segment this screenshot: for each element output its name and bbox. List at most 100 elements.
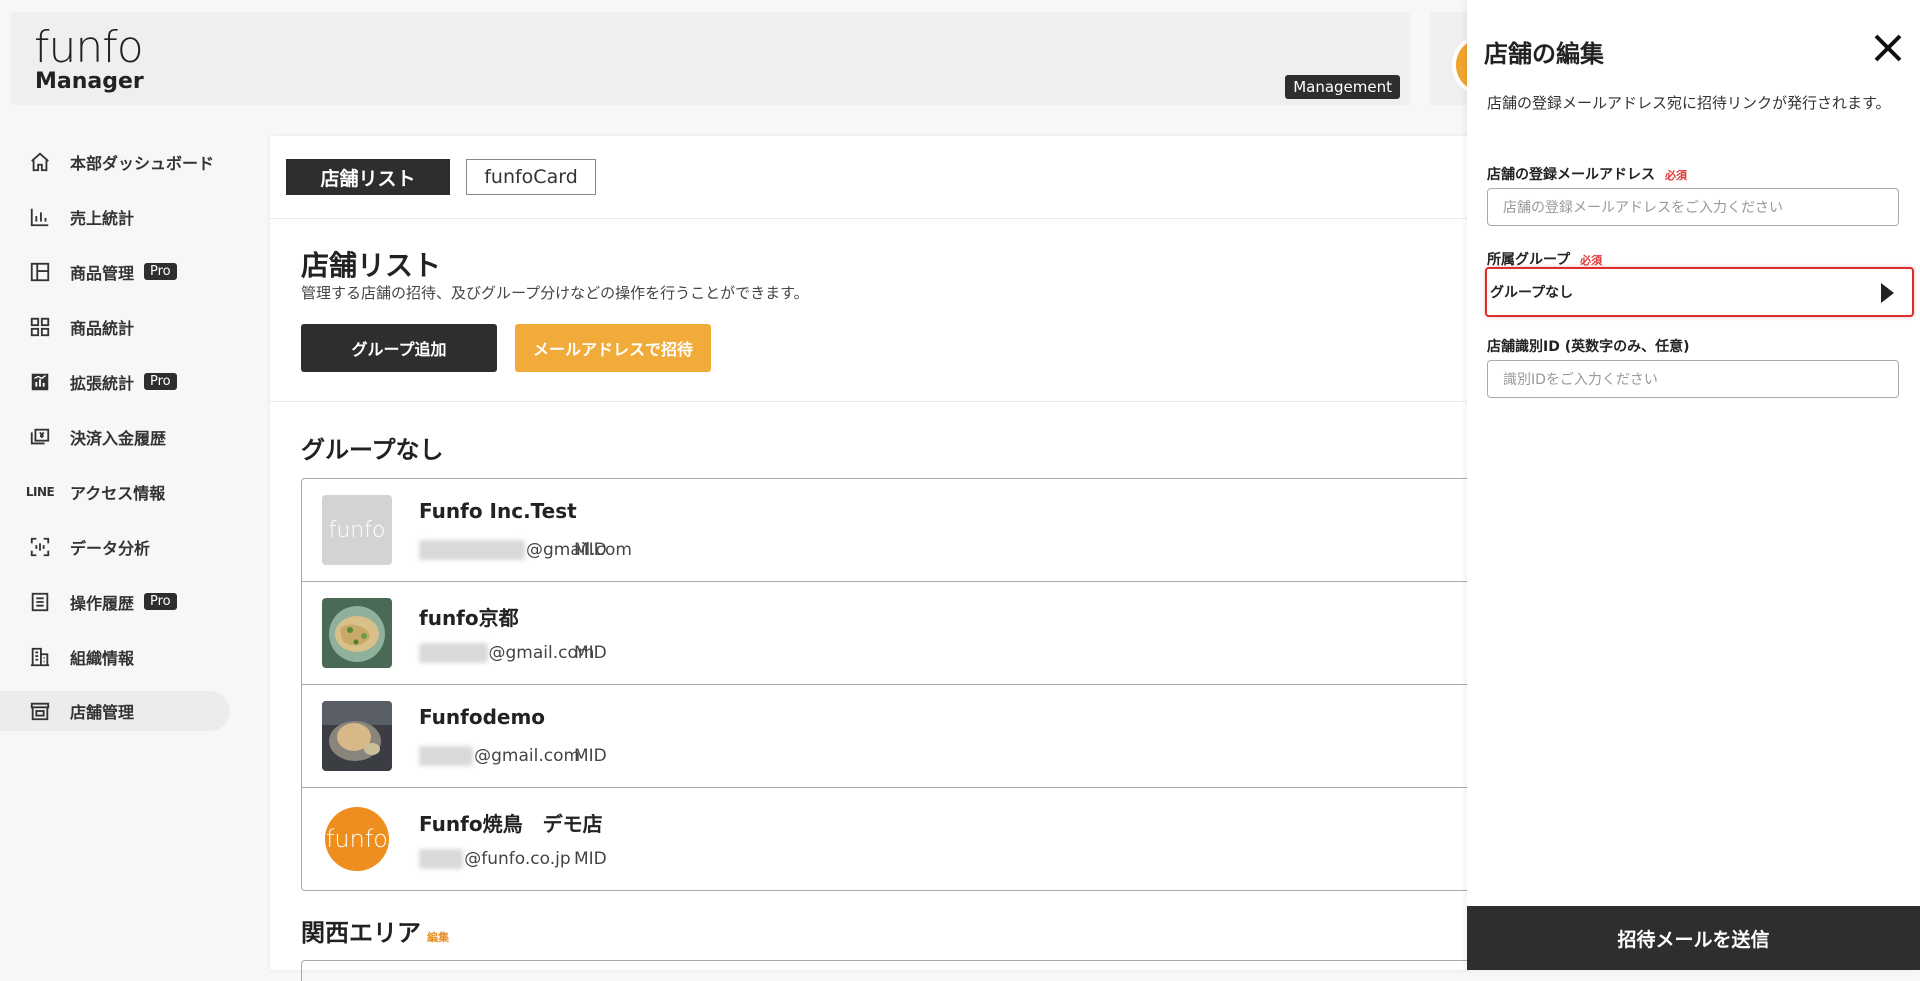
divider	[270, 401, 1470, 402]
store-list: funfo Funfo Inc.Test gamerclubjp @gmail.c…	[301, 478, 1502, 891]
sidebar-item-label: 売上統計	[70, 208, 135, 228]
store-list	[301, 960, 1502, 981]
store-thumbnail	[322, 598, 392, 668]
pro-badge: Pro	[144, 373, 177, 390]
layout-icon	[28, 260, 52, 284]
store-name: Funfodemo	[419, 705, 546, 729]
group-title: 関西エリア 編集	[301, 913, 449, 948]
page-title: 店舗リスト	[301, 249, 442, 282]
sidebar-item-label: 店舗管理	[70, 703, 135, 722]
blurred-email-user: asaki	[419, 849, 464, 869]
email-placeholder: 店舗の登録メールアドレスをご入力ください	[1503, 200, 1783, 216]
blurred-email-user: leruno	[419, 746, 474, 766]
sidebar-item-label: 拡張統計	[70, 373, 135, 393]
email-field-label: 店舗の登録メールアドレス 必須	[1487, 164, 1687, 184]
sidebar-item-label: 操作履歴	[70, 593, 135, 613]
store-row[interactable]: funfo Funfo Inc.Test gamerclubjp@gmail.c…	[302, 479, 1502, 582]
tab-funfocard[interactable]: funfoCard	[466, 159, 596, 195]
store-email: asaki@funfo.co.jp	[419, 849, 571, 869]
drawer-title: 店舗の編集	[1484, 40, 1604, 68]
store-mid: MID	[574, 849, 607, 869]
line-icon: LINE	[25, 480, 55, 504]
sidebar-item-store-management[interactable]: 店舗管理	[0, 691, 230, 731]
edit-group-link[interactable]: 編集	[427, 931, 449, 944]
store-icon	[28, 699, 52, 723]
store-mid: MID	[574, 643, 607, 663]
email-field[interactable]: 店舗の登録メールアドレスをご入力ください	[1487, 188, 1899, 226]
store-email: akurujni@gmail.com	[419, 643, 594, 663]
group-name: 関西エリア	[301, 919, 421, 947]
group-title: グループなし	[301, 436, 444, 464]
drawer-description: 店舗の登録メールアドレス宛に招待リンクが発行されます。	[1487, 94, 1891, 112]
building-icon	[28, 645, 52, 669]
required-badge: 必須	[1665, 169, 1687, 182]
store-name: funfo京都	[419, 606, 519, 630]
close-icon[interactable]	[1872, 32, 1904, 64]
sidebar-item-label: データ分析	[70, 538, 151, 558]
scan-icon	[28, 535, 52, 559]
store-mid: MID	[574, 540, 607, 560]
sidebar-item-label: アクセス情報	[70, 483, 166, 503]
send-invite-button[interactable]: 招待メールを送信	[1467, 906, 1920, 970]
sidebar-item-label: 決済入金履歴	[70, 428, 167, 448]
logo-sub-text: Manager	[35, 69, 144, 94]
payment-icon	[28, 425, 52, 449]
sidebar-item-products[interactable]: 商品管理 Pro	[0, 244, 240, 299]
bar-chart-icon	[28, 205, 52, 229]
sidebar-item-organization[interactable]: 組織情報	[0, 629, 240, 684]
management-badge: Management	[1285, 75, 1400, 99]
list-icon	[28, 590, 52, 614]
sidebar-item-label: 商品統計	[70, 318, 135, 338]
triangle-right-icon	[1881, 283, 1894, 303]
edit-store-drawer: 店舗の編集 店舗の登録メールアドレス宛に招待リンクが発行されます。 店舗の登録メ…	[1467, 0, 1920, 970]
divider	[270, 218, 1470, 219]
group-label-text: 所属グループ	[1487, 252, 1571, 268]
store-row[interactable]: funfo京都 akurujni@gmail.com MID	[302, 582, 1502, 685]
store-email: leruno@gmail.com	[419, 746, 580, 766]
blurred-email-user: gamerclubjp	[419, 540, 525, 560]
line-icon-text: LINE	[25, 484, 55, 499]
store-logo-circle: funfo	[325, 807, 389, 871]
funfo-logo[interactable]: funfo Manager	[34, 26, 144, 94]
sidebar-item-operation-history[interactable]: 操作履歴 Pro	[0, 574, 240, 629]
pro-badge: Pro	[144, 263, 177, 280]
add-group-button[interactable]: グループ追加	[301, 324, 497, 372]
store-id-placeholder: 識別IDをご入力ください	[1503, 372, 1658, 388]
email-label-text: 店舗の登録メールアドレス	[1487, 167, 1655, 183]
sidebar-item-label: 組織情報	[70, 648, 135, 668]
top-header: funfo Manager Management	[10, 12, 1410, 105]
store-id-field-label: 店舗識別ID (英数字のみ、任意)	[1487, 339, 1690, 355]
group-field-label: 所属グループ 必須	[1487, 249, 1602, 269]
store-id-field[interactable]: 識別IDをご入力ください	[1487, 360, 1899, 398]
sidebar-item-sales-stats[interactable]: 売上統計	[0, 189, 240, 244]
tab-store-list[interactable]: 店舗リスト	[286, 159, 450, 195]
store-name: Funfo焼鳥 デモ店	[419, 812, 603, 836]
store-row[interactable]: funfo Funfo焼鳥 デモ店 asaki@funfo.co.jp MID	[302, 788, 1502, 890]
sidebar-item-label: 本部ダッシュボード	[70, 153, 215, 173]
logo-main-text: funfo	[34, 22, 144, 73]
invite-by-email-button[interactable]: メールアドレスで招待	[515, 324, 711, 372]
blurred-email-user: akurujni	[419, 643, 488, 663]
store-thumbnail: funfo	[322, 495, 392, 565]
group-select-value: グループなし	[1490, 285, 1574, 301]
store-thumbnail	[322, 701, 392, 771]
group-select[interactable]: グループなし	[1485, 267, 1914, 317]
sidebar-item-product-stats[interactable]: 商品統計	[0, 299, 240, 354]
store-name: Funfo Inc.Test	[419, 499, 577, 523]
grid-icon	[28, 315, 52, 339]
sidebar-item-access-info[interactable]: LINE アクセス情報	[0, 464, 240, 519]
store-thumbnail: funfo	[322, 804, 392, 874]
store-thumbnail-logo-text: funfo	[328, 517, 386, 543]
sidebar-item-label: 商品管理	[70, 263, 135, 283]
home-icon	[28, 150, 52, 174]
store-row[interactable]: Funfodemo leruno@gmail.com MID	[302, 685, 1502, 788]
email-domain: @gmail.com	[474, 746, 581, 766]
email-domain: @funfo.co.jp	[464, 849, 571, 869]
pro-badge: Pro	[144, 593, 177, 610]
sidebar-item-payment-history[interactable]: 決済入金履歴	[0, 409, 240, 464]
sidebar-item-dashboard[interactable]: 本部ダッシュボード	[0, 134, 240, 189]
tab-bar: 店舗リスト funfoCard	[286, 159, 596, 195]
store-mid: MID	[574, 746, 607, 766]
sidebar-item-extended-stats[interactable]: 拡張統計 Pro	[0, 354, 240, 409]
sidebar-item-data-analysis[interactable]: データ分析	[0, 519, 240, 574]
